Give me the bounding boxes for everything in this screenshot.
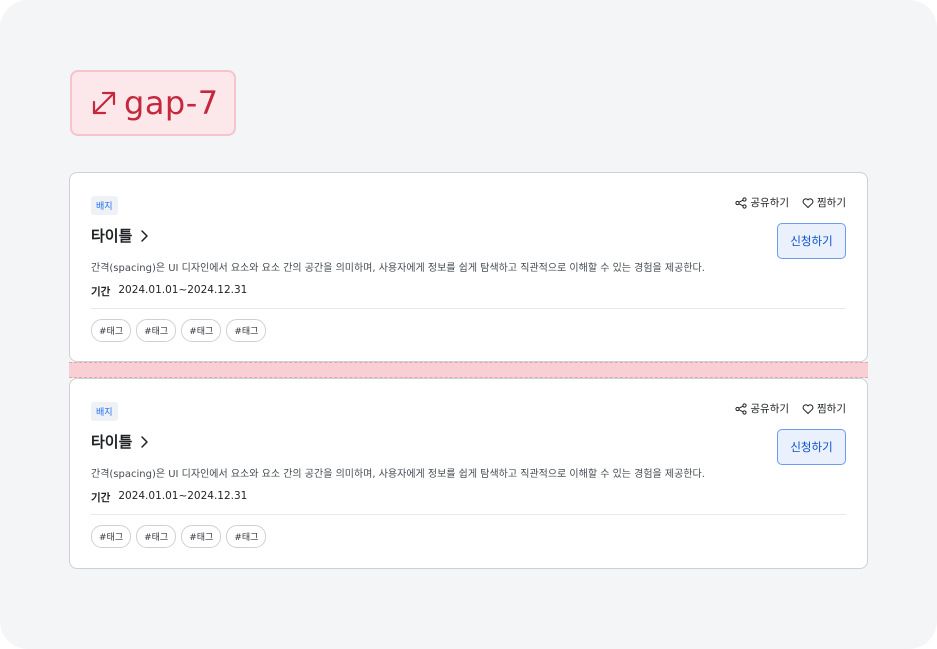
card-actions: 공유하기 찜하기 <box>735 195 846 210</box>
card-description: 간격(spacing)은 UI 디자인에서 요소와 요소 간의 공간을 의미하며… <box>91 263 705 274</box>
period-value: 2024.01.01~2024.12.31 <box>118 490 248 502</box>
divider <box>91 514 846 515</box>
card-title: 타이틀 <box>91 227 133 245</box>
tag-chip[interactable]: #태그 <box>181 525 222 548</box>
card-title-link[interactable]: 타이틀 <box>91 225 149 246</box>
program-card: 배지 공유하기 찜하기 타이틀 신청하기 간격(spacing)은 UI 디자인… <box>69 378 868 569</box>
tag-chip[interactable]: #태그 <box>136 319 177 342</box>
card-period: 기간 2024.01.01~2024.12.31 <box>91 490 247 505</box>
tag-chip[interactable]: #태그 <box>181 319 222 342</box>
gap-highlight <box>69 362 868 378</box>
period-label: 기간 <box>91 492 111 504</box>
chevron-right-icon <box>141 435 149 448</box>
badge: 배지 <box>91 402 118 421</box>
share-icon <box>735 402 747 415</box>
card-period: 기간 2024.01.01~2024.12.31 <box>91 284 247 299</box>
tag-chip[interactable]: #태그 <box>91 319 132 342</box>
like-label: 찜하기 <box>817 197 846 209</box>
spacing-label-text: gap-7 <box>124 84 219 122</box>
share-button[interactable]: 공유하기 <box>735 401 789 416</box>
diagonal-resize-arrow-icon <box>92 91 116 115</box>
share-icon <box>735 196 747 209</box>
spacing-label-chip: gap-7 <box>70 70 236 136</box>
card-title-link[interactable]: 타이틀 <box>91 431 149 452</box>
like-button[interactable]: 찜하기 <box>802 195 846 210</box>
tag-chip[interactable]: #태그 <box>226 525 267 548</box>
program-card: 배지 공유하기 찜하기 타이틀 신청하기 간격(spacing)은 UI 디자인… <box>69 172 868 362</box>
tag-chip[interactable]: #태그 <box>136 525 177 548</box>
period-value: 2024.01.01~2024.12.31 <box>118 284 248 296</box>
card-actions: 공유하기 찜하기 <box>735 401 846 416</box>
card-title: 타이틀 <box>91 433 133 451</box>
heart-icon <box>802 403 814 414</box>
share-button[interactable]: 공유하기 <box>735 195 789 210</box>
divider <box>91 308 846 309</box>
like-button[interactable]: 찜하기 <box>802 401 846 416</box>
apply-button[interactable]: 신청하기 <box>777 223 846 259</box>
tag-chip[interactable]: #태그 <box>226 319 267 342</box>
chevron-right-icon <box>141 229 149 242</box>
badge: 배지 <box>91 196 118 215</box>
like-label: 찜하기 <box>817 403 846 415</box>
tag-list: #태그 #태그 #태그 #태그 <box>91 319 267 342</box>
canvas: gap-7 배지 공유하기 찜하기 타이틀 신청하기 간격(spacing)은 … <box>0 0 937 649</box>
heart-icon <box>802 197 814 208</box>
tag-list: #태그 #태그 #태그 #태그 <box>91 525 267 548</box>
apply-button[interactable]: 신청하기 <box>777 429 846 465</box>
share-label: 공유하기 <box>750 197 790 209</box>
share-label: 공유하기 <box>750 403 790 415</box>
period-label: 기간 <box>91 286 111 298</box>
tag-chip[interactable]: #태그 <box>91 525 132 548</box>
card-description: 간격(spacing)은 UI 디자인에서 요소와 요소 간의 공간을 의미하며… <box>91 469 705 480</box>
